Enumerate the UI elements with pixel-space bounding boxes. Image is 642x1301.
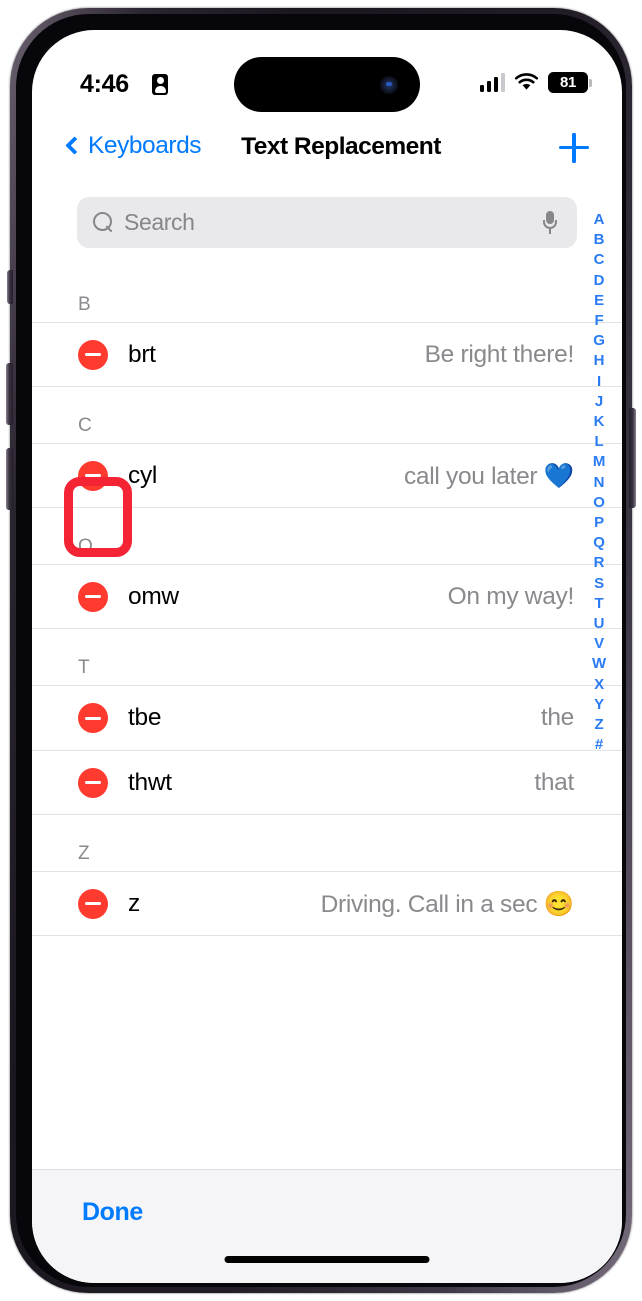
row-shortcut: omw — [128, 582, 179, 610]
table-row[interactable]: cyl call you later 💙 — [32, 443, 622, 508]
table-row[interactable]: omw On my way! — [32, 564, 622, 629]
row-shortcut: cyl — [128, 461, 158, 489]
table-row[interactable]: z Driving. Call in a sec 😊 — [32, 871, 622, 936]
phone-bezel: 4:46 81 Keyboards Text Replacement Searc… — [16, 14, 626, 1287]
table-row[interactable]: brt Be right there! — [32, 322, 622, 387]
volume-down-button[interactable] — [6, 448, 13, 510]
alphabet-index-letter[interactable]: N — [594, 473, 605, 493]
row-phrase: Be right there! — [424, 340, 575, 368]
done-button[interactable]: Done — [82, 1198, 143, 1227]
alphabet-index-letter[interactable]: G — [593, 331, 605, 351]
alphabet-index-letter[interactable]: C — [594, 250, 605, 270]
table-row[interactable]: thwt that — [32, 750, 622, 815]
alphabet-index-letter[interactable]: Q — [593, 533, 605, 553]
alphabet-index-letter[interactable]: S — [594, 574, 604, 594]
row-shortcut: tbe — [128, 704, 162, 731]
silent-switch-button[interactable] — [7, 270, 13, 304]
minus-circle-icon[interactable] — [78, 703, 108, 733]
alphabet-index-letter[interactable]: T — [595, 594, 604, 614]
volume-up-button[interactable] — [6, 363, 13, 425]
minus-circle-icon[interactable] — [78, 888, 108, 919]
plus-icon[interactable] — [556, 130, 592, 166]
page-title: Text Replacement — [241, 133, 441, 160]
section-header-o: O — [78, 536, 93, 557]
table-row[interactable]: tbe the — [32, 685, 622, 750]
alphabet-index-letter[interactable]: J — [595, 392, 603, 412]
alphabet-index-letter[interactable]: M — [593, 452, 606, 472]
alphabet-index-letter[interactable]: V — [594, 634, 604, 654]
home-indicator[interactable] — [224, 1256, 430, 1263]
alphabet-index-letter[interactable]: Z — [595, 715, 604, 735]
alphabet-index-letter[interactable]: D — [594, 271, 605, 291]
alphabet-index-letter[interactable]: W — [592, 654, 606, 674]
alphabet-index-letter[interactable]: X — [594, 675, 604, 695]
minus-circle-icon[interactable] — [78, 581, 108, 612]
minus-circle-icon[interactable] — [78, 339, 108, 370]
alphabet-index-letter[interactable]: L — [595, 432, 604, 452]
section-header-c: C — [78, 415, 92, 436]
row-shortcut: brt — [128, 340, 156, 368]
minus-circle-icon[interactable] — [78, 460, 108, 491]
phone-screen: 4:46 81 Keyboards Text Replacement Searc… — [32, 30, 622, 1283]
alphabet-index-letter[interactable]: K — [594, 412, 605, 432]
status-indicators: 81 — [479, 72, 592, 93]
bottom-toolbar: Done — [32, 1169, 622, 1283]
row-phrase: On my way! — [447, 582, 575, 610]
section-header-z: Z — [78, 843, 90, 864]
alphabet-index-letter[interactable]: O — [593, 493, 605, 513]
row-phrase: that — [534, 768, 574, 796]
cellular-signal-icon — [479, 73, 505, 92]
alphabet-index-letter[interactable]: P — [594, 513, 604, 533]
row-phrase: Driving. Call in a sec 😊 — [320, 890, 575, 918]
search-bar[interactable] — [77, 197, 577, 248]
lock-portrait-icon — [152, 74, 168, 95]
alphabet-index-letter[interactable]: E — [594, 291, 604, 311]
alphabet-index-letter[interactable]: H — [594, 351, 605, 371]
section-header-b: B — [78, 294, 91, 315]
row-shortcut: z — [128, 889, 140, 917]
search-input[interactable] — [124, 209, 543, 236]
alphabet-index-letter[interactable]: A — [594, 210, 605, 230]
alphabet-index-letter[interactable]: B — [594, 230, 605, 250]
row-phrase: the — [540, 704, 574, 731]
wifi-icon — [514, 73, 539, 90]
battery-level-text: 81 — [560, 74, 576, 91]
navigation-bar: Keyboards Text Replacement — [32, 126, 622, 182]
row-shortcut: thwt — [128, 768, 172, 796]
section-header-t: T — [78, 657, 90, 678]
alphabet-index-letter[interactable]: F — [595, 311, 604, 331]
minus-circle-icon[interactable] — [78, 767, 108, 798]
alphabet-index-letter[interactable]: U — [594, 614, 605, 634]
alphabet-index[interactable]: A B C D E F G H I J K L M N O P Q R S T U V W X Y Z # — [586, 210, 612, 755]
alphabet-index-letter[interactable]: Y — [594, 695, 604, 715]
alphabet-index-letter[interactable]: R — [594, 553, 605, 573]
row-phrase: call you later 💙 — [403, 462, 574, 490]
alphabet-index-letter[interactable]: I — [597, 372, 601, 392]
dynamic-island — [234, 57, 420, 112]
phone-frame: 4:46 81 Keyboards Text Replacement Searc… — [6, 8, 636, 1293]
battery-icon: 81 — [548, 72, 592, 93]
search-icon — [93, 211, 115, 234]
status-time: 4:46 — [80, 70, 129, 98]
front-camera-icon — [380, 75, 398, 94]
power-button[interactable] — [629, 408, 636, 508]
microphone-icon[interactable] — [543, 210, 557, 235]
text-replacement-list[interactable]: B brt Be right there! C cyl call you lat… — [32, 266, 622, 1169]
alphabet-index-letter[interactable]: # — [595, 735, 603, 755]
